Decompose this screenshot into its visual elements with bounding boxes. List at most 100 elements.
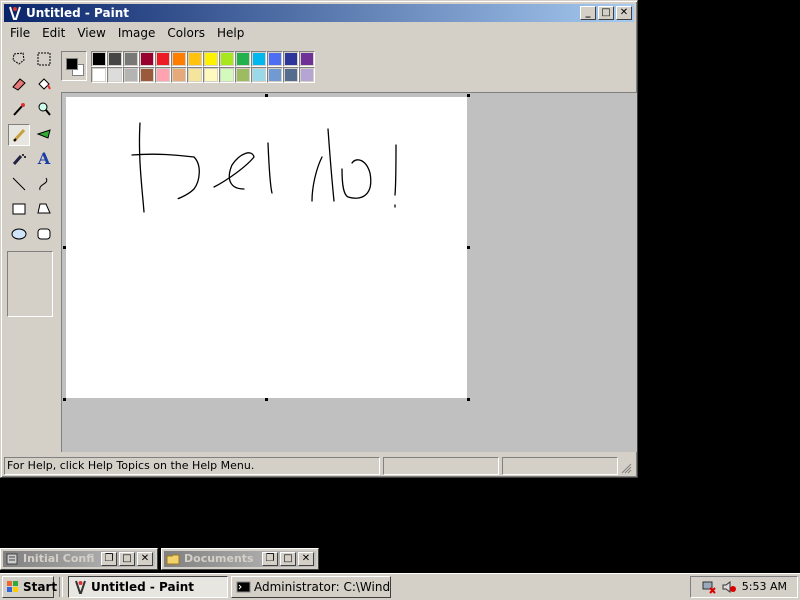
text-tool-icon: A (37, 149, 51, 168)
magnifier-tool[interactable] (33, 99, 55, 121)
start-button[interactable]: Start (2, 576, 58, 598)
magnifier-icon (38, 102, 51, 116)
restore-button[interactable]: ❐ (101, 552, 117, 566)
color-swatch[interactable] (187, 51, 203, 67)
close-button[interactable]: ✕ (616, 6, 632, 20)
minimized-window-documents[interactable]: Documents ❐ □ ✕ (161, 548, 319, 570)
free-form-select-icon (12, 52, 25, 65)
menu-image[interactable]: Image (112, 23, 162, 43)
color-swatch[interactable] (171, 51, 187, 67)
color-swatch[interactable] (203, 67, 219, 83)
taskbar-button-paint[interactable]: Untitled - Paint (68, 576, 228, 598)
restore-button[interactable]: ❐ (262, 552, 278, 566)
resize-handle (467, 94, 470, 97)
color-swatch[interactable] (283, 67, 299, 83)
status-bar: For Help, click Help Topics on the Help … (4, 456, 634, 476)
tool-options-panel[interactable] (7, 251, 53, 317)
menu-file[interactable]: File (4, 23, 36, 43)
paint-app-icon (9, 6, 21, 20)
polygon-tool[interactable] (33, 199, 55, 221)
color-swatch[interactable] (267, 67, 283, 83)
color-swatch[interactable] (107, 51, 123, 67)
menu-help[interactable]: Help (211, 23, 250, 43)
color-swatch[interactable] (107, 67, 123, 83)
color-swatch[interactable] (299, 51, 315, 67)
select-tool[interactable] (33, 49, 55, 71)
menu-colors[interactable]: Colors (161, 23, 211, 43)
color-swatch[interactable] (91, 51, 107, 67)
color-swatch[interactable] (187, 67, 203, 83)
resize-grip-icon[interactable] (620, 462, 632, 474)
color-swatch[interactable] (171, 67, 187, 83)
color-swatch[interactable] (155, 51, 171, 67)
color-swatch[interactable] (267, 51, 283, 67)
minimized-title: Documents (184, 552, 254, 565)
rounded-rectangle-tool[interactable] (33, 224, 55, 246)
clock[interactable]: 5:53 AM (742, 577, 787, 597)
minimized-title-bar[interactable]: Documents ❐ □ ✕ (164, 551, 316, 567)
drawing-canvas[interactable] (66, 97, 467, 398)
resize-handle (265, 94, 268, 97)
status-cell-position (383, 457, 499, 475)
close-button[interactable]: ✕ (137, 552, 153, 566)
color-swatch[interactable] (155, 67, 171, 83)
text-tool[interactable]: A (33, 149, 55, 171)
rectangle-icon (12, 203, 26, 215)
volume-muted-icon[interactable] (721, 580, 737, 594)
color-swatch[interactable] (219, 67, 235, 83)
maximize-button[interactable]: □ (119, 552, 135, 566)
title-bar[interactable]: Untitled - Paint _ □ ✕ (4, 4, 634, 22)
color-swatch[interactable] (251, 67, 267, 83)
fill-tool[interactable] (33, 74, 55, 96)
rounded-rectangle-icon (37, 228, 51, 240)
ellipse-tool[interactable] (8, 224, 30, 246)
taskbar-button-label: Untitled - Paint (91, 580, 195, 594)
close-button[interactable]: ✕ (298, 552, 314, 566)
config-icon (6, 553, 18, 565)
line-tool[interactable] (8, 174, 30, 196)
airbrush-tool[interactable] (8, 149, 30, 171)
taskbar-button-cmd[interactable]: Administrator: C:\Windo... (231, 576, 391, 598)
ellipse-icon (11, 228, 27, 240)
minimize-button[interactable]: _ (580, 6, 596, 20)
maximize-button[interactable]: □ (598, 6, 614, 20)
color-swatch[interactable] (235, 51, 251, 67)
color-swatch[interactable] (203, 51, 219, 67)
pick-color-tool[interactable] (8, 99, 30, 121)
color-swatch[interactable] (139, 51, 155, 67)
brush-tool[interactable] (33, 124, 55, 146)
color-swatch[interactable] (251, 51, 267, 67)
cmd-icon (236, 581, 251, 593)
minimized-title-bar[interactable]: Initial Config... ❐ □ ✕ (3, 551, 155, 567)
hand-drawn-strokes (131, 122, 397, 213)
rectangle-tool[interactable] (8, 199, 30, 221)
minimized-window-initial-config[interactable]: Initial Config... ❐ □ ✕ (0, 548, 158, 570)
color-swatch[interactable] (139, 67, 155, 83)
menu-view[interactable]: View (71, 23, 111, 43)
eraser-icon (12, 78, 26, 91)
minimized-title: Initial Config... (23, 552, 95, 565)
resize-handle-right[interactable] (467, 246, 470, 249)
curve-tool[interactable] (33, 174, 55, 196)
color-swatch[interactable] (91, 67, 107, 83)
foreground-color (66, 58, 78, 70)
resize-handle-corner[interactable] (467, 398, 470, 401)
windows-logo-icon (7, 581, 18, 592)
eraser-tool[interactable] (8, 74, 30, 96)
start-label: Start (23, 580, 58, 594)
line-icon (12, 177, 26, 191)
network-disconnected-icon[interactable] (701, 580, 717, 594)
color-swatch[interactable] (299, 67, 315, 83)
current-colors (61, 51, 87, 81)
color-swatch[interactable] (123, 51, 139, 67)
free-form-select-tool[interactable] (8, 49, 30, 71)
color-swatch[interactable] (219, 51, 235, 67)
color-swatch[interactable] (283, 51, 299, 67)
pencil-tool[interactable] (8, 124, 30, 146)
paint-window: Untitled - Paint _ □ ✕ File Edit View Im… (0, 0, 638, 478)
color-swatch[interactable] (123, 67, 139, 83)
maximize-button[interactable]: □ (280, 552, 296, 566)
resize-handle-bottom[interactable] (265, 398, 268, 401)
menu-edit[interactable]: Edit (36, 23, 71, 43)
color-swatch[interactable] (235, 67, 251, 83)
